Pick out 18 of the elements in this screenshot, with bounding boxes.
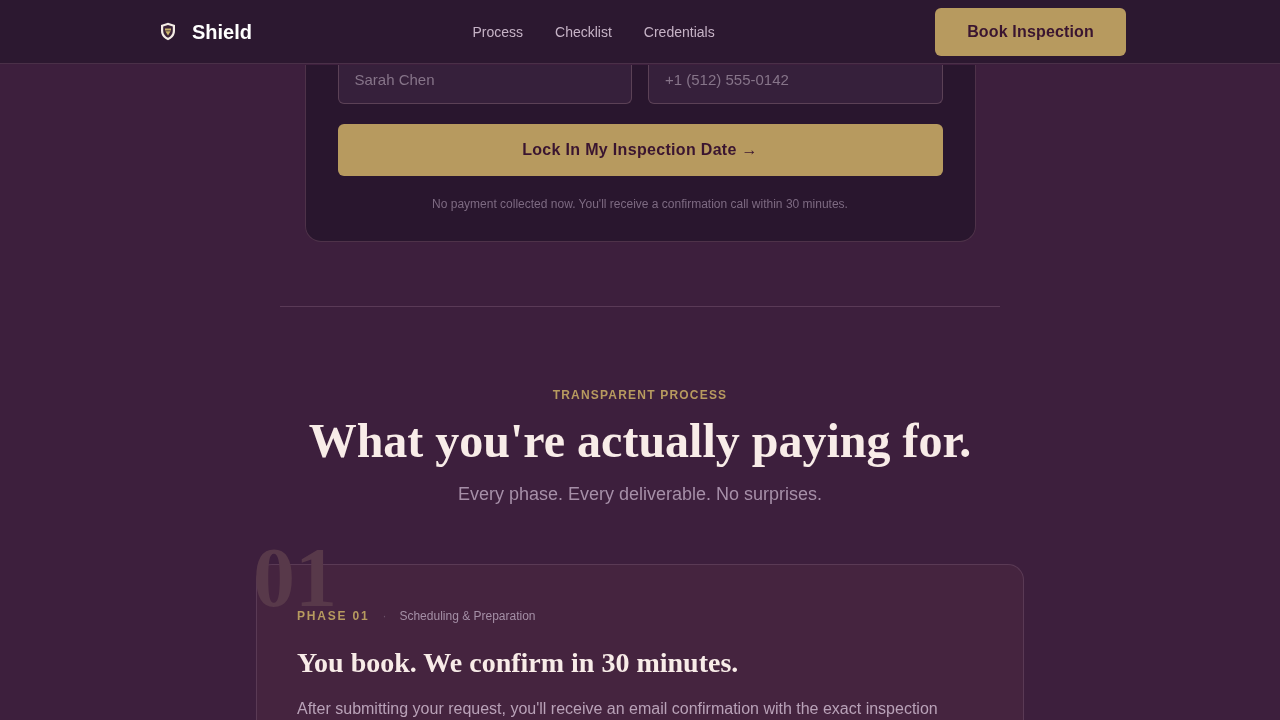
nav-link[interactable]: Process: [472, 21, 524, 42]
brand-name: Shield: [192, 19, 252, 45]
nav-link[interactable]: Credentials: [643, 21, 715, 42]
phase-heading: You book. We confirm in 30 minutes.: [297, 646, 740, 680]
nav-link[interactable]: Checklist: [555, 21, 612, 42]
input-field[interactable]: +1 (512) 555-0142: [648, 65, 943, 104]
phase-name: Scheduling & Preparation: [399, 608, 536, 624]
input-field[interactable]: Sarah Chen: [337, 65, 632, 104]
book-inspection-button[interactable]: Book Inspection: [935, 7, 1126, 56]
section-eyebrow: TRANSPARENT PROCESS: [552, 387, 728, 403]
form-note: No payment collected now. You'll receive a confirmation call within 30 minutes.: [431, 196, 849, 212]
section-subtitle: Every phase. Every deliverable. No surprises.: [457, 483, 823, 506]
shield-logo-icon: [160, 22, 176, 41]
section-heading: What you're actually paying for.: [308, 413, 972, 469]
phase-label: PHASE 01: [297, 609, 370, 624]
separator-dot: ·: [382, 608, 387, 624]
submit-button[interactable]: Lock In My Inspection Date →: [337, 124, 943, 176]
phase-description: After submitting your request, you'll receive an email confirmation with the exact inspection: [297, 699, 939, 719]
